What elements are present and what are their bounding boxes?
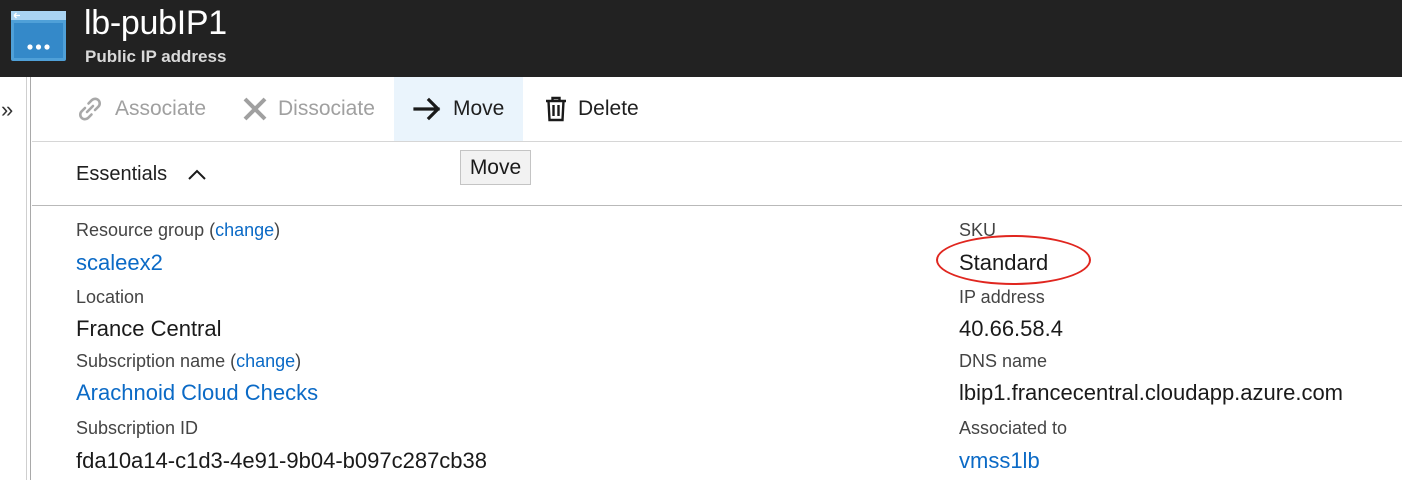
link-icon: [79, 97, 101, 121]
arrow-right-icon: [413, 97, 441, 121]
page-title: lb-pubIP1: [84, 4, 227, 42]
command-bar: Associate Dissociate Move Delete: [32, 77, 1402, 142]
close-icon: [243, 97, 267, 121]
dns-name-value: lbip1.francecentral.cloudapp.azure.com: [959, 380, 1344, 405]
delete-label: Delete: [578, 97, 639, 120]
move-tooltip: Move: [460, 150, 531, 185]
trash-icon: [546, 96, 566, 122]
subscription-value-link[interactable]: Arachnoid Cloud Checks: [76, 380, 318, 406]
subscription-id-label: Subscription ID: [76, 418, 199, 438]
subscription-label-row: Subscription name (change): [76, 351, 302, 371]
essentials-label: Essentials: [76, 163, 168, 185]
resource-group-value-link[interactable]: scaleex2: [76, 250, 163, 276]
subscription-label: Subscription name: [76, 351, 226, 371]
associated-to-value-link[interactable]: vmss1lb: [959, 448, 1040, 474]
expand-chevron-icon[interactable]: »: [1, 99, 13, 121]
move-button[interactable]: Move: [394, 77, 523, 141]
subscription-id-value: fda10a14-c1d3-4e91-9b04-b097c287cb38: [76, 448, 488, 473]
resource-group-label-row: Resource group (change): [76, 220, 281, 240]
move-label: Move: [453, 97, 505, 120]
resource-group-label: Resource group: [76, 220, 205, 240]
delete-button[interactable]: Delete: [544, 77, 639, 141]
ip-address-label: IP address: [959, 287, 1045, 307]
dns-name-label: DNS name: [959, 351, 1048, 371]
subscription-change-link[interactable]: change: [236, 351, 295, 371]
blade-header: lb-pubIP1 Public IP address: [0, 0, 1402, 77]
location-label: Location: [76, 287, 145, 307]
essentials-divider: [32, 205, 1402, 206]
resource-group-change-link[interactable]: change: [215, 220, 274, 240]
dissociate-label: Dissociate: [278, 97, 375, 120]
dissociate-button[interactable]: Dissociate: [242, 77, 375, 141]
collapsed-nav-rail: »: [0, 77, 31, 480]
location-value: France Central: [76, 316, 222, 341]
page-subtitle: Public IP address: [85, 47, 227, 66]
essentials-toggle[interactable]: Essentials: [76, 163, 207, 186]
associated-to-label: Associated to: [959, 418, 1068, 438]
ip-address-value: 40.66.58.4: [959, 316, 1063, 341]
associate-button[interactable]: Associate: [75, 77, 206, 141]
public-ip-icon: [11, 11, 66, 61]
sku-value: Standard: [959, 250, 1049, 275]
chevron-up-icon: [188, 169, 206, 180]
associate-label: Associate: [115, 97, 207, 120]
